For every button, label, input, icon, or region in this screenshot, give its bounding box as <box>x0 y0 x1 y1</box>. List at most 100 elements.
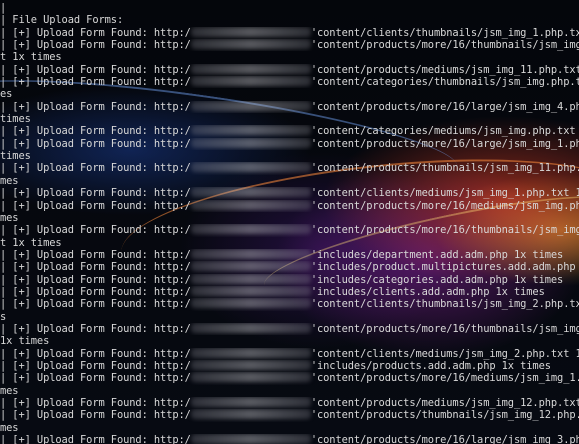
line-text: mes <box>0 384 19 397</box>
redacted-host-blur <box>190 372 311 383</box>
terminal-line-upload-form: | [+] Upload Form Found: http:/ 'content/… <box>0 322 579 335</box>
line-path: 'content/products/more/16/thumbnails/jsm… <box>310 322 579 335</box>
terminal-line-text: | File Upload Forms: <box>0 14 579 26</box>
terminal-line-text: t 1x times <box>0 51 579 63</box>
line-text: t 1x times <box>0 51 62 64</box>
line-prefix: | [+] Upload Form Found: http:/ <box>0 224 191 237</box>
redacted-host-blur <box>190 187 311 198</box>
line-text: s <box>0 310 7 323</box>
line-path: 'includes/products.add.adm.php 1x times <box>310 359 551 372</box>
terminal-line-text: times <box>0 150 579 162</box>
line-prefix: | [+] Upload Form Found: http:/ <box>0 298 191 311</box>
redacted-host-blur <box>190 125 311 136</box>
line-text: times <box>0 150 31 163</box>
terminal-line-upload-form: | [+] Upload Form Found: http:/ 'content/… <box>0 162 579 174</box>
line-prefix: | [+] Upload Form Found: http:/ <box>0 137 191 150</box>
line-path: 'content/clients/thumbnails/jsm_img_2.ph… <box>310 298 579 311</box>
line-path: 'content/clients/thumbnails/jsm_img_1.ph… <box>310 26 579 39</box>
line-text: mes <box>0 421 19 434</box>
redacted-host-blur <box>190 137 311 148</box>
terminal-line-text: mes <box>0 422 579 434</box>
line-prefix: | [+] Upload Form Found: http:/ <box>0 372 191 385</box>
line-text: | File Upload Forms: <box>0 14 124 27</box>
line-prefix: | [+] Upload Form Found: http:/ <box>0 39 191 52</box>
line-prefix: | [+] Upload Form Found: http:/ <box>0 261 191 274</box>
line-path: 'content/products/more/16/mediums/jsm_im… <box>310 199 579 212</box>
line-path: 'includes/department.add.adm.php 1x time… <box>310 248 564 261</box>
terminal-line-upload-form: | [+] Upload Form Found: http:/ 'content/… <box>0 372 579 384</box>
line-path: 'content/categories/thumbnails/jsm_img.p… <box>310 76 579 89</box>
redacted-host-blur <box>190 76 311 87</box>
line-prefix: | [+] Upload Form Found: http:/ <box>0 409 191 422</box>
terminal-line-upload-form: | [+] Upload Form Found: http:/ 'includes… <box>0 285 579 298</box>
redacted-host-blur <box>190 63 311 74</box>
line-prefix: | [+] Upload Form Found: http:/ <box>0 26 191 39</box>
line-prefix: | [+] Upload Form Found: http:/ <box>0 434 191 444</box>
line-text: 1x times <box>0 335 50 348</box>
line-prefix: | [+] Upload Form Found: http:/ <box>0 397 191 409</box>
redacted-host-blur <box>190 199 311 210</box>
terminal-line-upload-form: | [+] Upload Form Found: http:/ 'content/… <box>0 298 579 310</box>
redacted-host-blur <box>190 261 311 272</box>
line-path: 'content/products/more/16/mediums/jsm_im… <box>310 372 579 385</box>
terminal-line-upload-form: | [+] Upload Form Found: http:/ 'includes… <box>0 261 579 273</box>
terminal-line-text: t 1x times <box>0 237 579 249</box>
terminal-line-upload-form: | [+] Upload Form Found: http:/ 'content/… <box>0 76 579 88</box>
redacted-host-blur <box>190 39 311 50</box>
redacted-host-blur <box>190 359 311 370</box>
terminal-line-upload-form: | [+] Upload Form Found: http:/ 'content/… <box>0 100 579 113</box>
line-text: es <box>0 88 13 101</box>
line-path: 'content/products/more/16/thumbnails/jsm… <box>310 39 579 52</box>
line-prefix: | [+] Upload Form Found: http:/ <box>0 199 191 212</box>
terminal-line-upload-form: | [+] Upload Form Found: http:/ 'content/… <box>0 397 579 409</box>
terminal-line-text: 1x times <box>0 335 579 347</box>
terminal-line-upload-form: | [+] Upload Form Found: http:/ 'content/… <box>0 199 579 212</box>
terminal-line-upload-form: | [+] Upload Form Found: http:/ 'includes… <box>0 273 579 286</box>
line-path: 'content/categories/mediums/jsm_img.php.… <box>310 125 576 138</box>
terminal-line-text: mes <box>0 175 579 187</box>
line-path: 'content/products/more/16/large/jsm_img_… <box>310 137 579 150</box>
line-prefix: | [+] Upload Form Found: http:/ <box>0 76 191 89</box>
redacted-host-blur <box>190 26 311 37</box>
line-prefix: | [+] Upload Form Found: http:/ <box>0 100 191 113</box>
line-prefix: | [+] Upload Form Found: http:/ <box>0 125 191 138</box>
line-text: times <box>0 113 31 126</box>
line-prefix: | [+] Upload Form Found: http:/ <box>0 347 191 360</box>
line-text: | <box>0 2 7 14</box>
terminal-line-upload-form: | [+] Upload Form Found: http:/ 'content/… <box>0 409 579 421</box>
terminal-line-upload-form: | [+] Upload Form Found: http:/ 'content/… <box>0 137 579 150</box>
terminal-line-text: es <box>0 88 579 100</box>
line-path: 'content/clients/mediums/jsm_img_1.php.t… <box>310 187 579 200</box>
line-path: 'content/products/mediums/jsm_img_11.php… <box>310 63 579 76</box>
line-text: t 1x times <box>0 236 62 249</box>
redacted-host-blur <box>190 162 311 173</box>
terminal-line-upload-form: | [+] Upload Form Found: http:/ 'content/… <box>0 187 579 199</box>
terminal-line-upload-form: | [+] Upload Form Found: http:/ 'content/… <box>0 26 579 39</box>
redacted-host-blur <box>190 100 311 111</box>
line-path: 'content/products/mediums/jsm_img_12.php… <box>310 397 579 409</box>
terminal-line-upload-form: | [+] Upload Form Found: http:/ 'content/… <box>0 224 579 236</box>
line-prefix: | [+] Upload Form Found: http:/ <box>0 359 191 372</box>
terminal-line-text: mes <box>0 385 579 397</box>
line-path: 'content/products/thumbnails/jsm_img_11.… <box>310 162 579 175</box>
terminal-line-upload-form: | [+] Upload Form Found: http:/ 'content/… <box>0 125 579 137</box>
line-prefix: | [+] Upload Form Found: http:/ <box>0 187 191 200</box>
terminal-output[interactable]: | | File Upload Forms: | [+] Upload Form F… <box>0 2 579 444</box>
terminal-line-text: | <box>0 2 579 14</box>
redacted-host-blur <box>190 273 311 284</box>
terminal-line-text: mes <box>0 212 579 224</box>
terminal-line-upload-form: | [+] Upload Form Found: http:/ 'content/… <box>0 63 579 76</box>
line-path: 'includes/clients.add.adm.php 1x times <box>310 285 545 298</box>
redacted-host-blur <box>190 409 311 420</box>
line-path: 'includes/product.multipictures.add.adm.… <box>310 261 576 274</box>
line-path: 'content/clients/mediums/jsm_img_2.php.t… <box>310 347 579 360</box>
line-path: 'includes/categories.add.adm.php 1x time… <box>310 273 564 286</box>
terminal-line-upload-form: | [+] Upload Form Found: http:/ 'includes… <box>0 248 579 261</box>
terminal-line-text: times <box>0 113 579 125</box>
redacted-host-blur <box>190 434 311 444</box>
redacted-host-blur <box>190 224 311 235</box>
line-prefix: | [+] Upload Form Found: http:/ <box>0 273 191 286</box>
redacted-host-blur <box>190 298 311 309</box>
redacted-host-blur <box>190 285 311 296</box>
line-path: 'content/products/thumbnails/jsm_img_12.… <box>310 409 579 422</box>
